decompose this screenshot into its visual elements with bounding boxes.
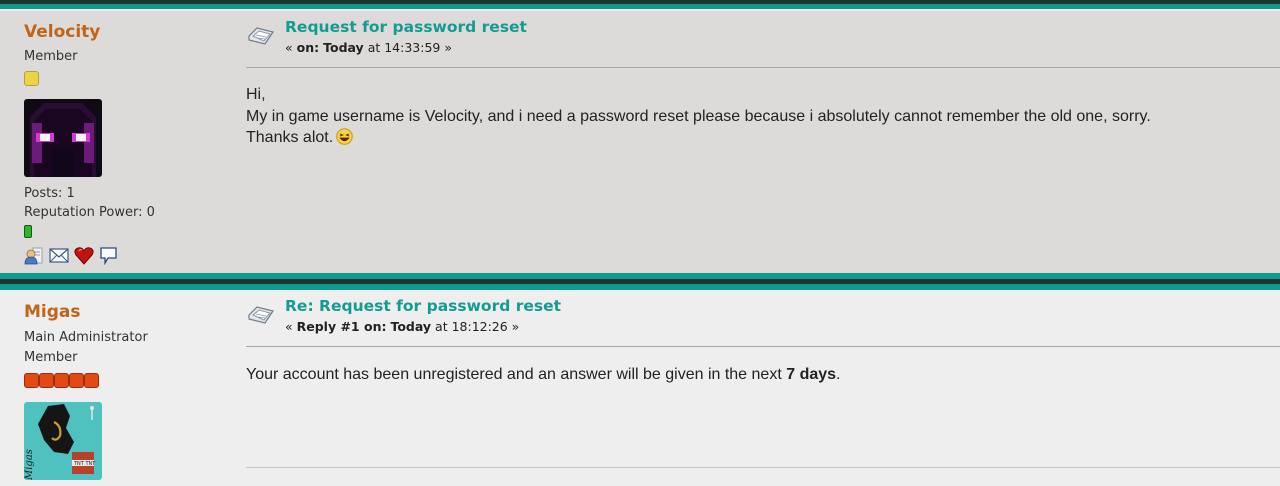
meta-prefix: « (285, 319, 297, 334)
post-subject-link[interactable]: Request for password reset (285, 18, 527, 36)
post-meta: « Reply #1 on: Today at 18:12:26 » (285, 319, 519, 334)
star-icon (54, 373, 69, 388)
meta-reply-label: Reply #1 on: (296, 319, 387, 334)
body-line-text: Thanks alot. (246, 129, 334, 146)
body-line: Hi, (246, 86, 266, 103)
post-xx-icon (246, 304, 276, 326)
post-header: Re: Request for password reset « Reply #… (246, 290, 1280, 347)
meta-time: at 18:12:26 » (431, 319, 520, 334)
poster-info: Migas Main Administrator Member TNT TNT … (24, 290, 234, 480)
profile-icon[interactable] (24, 246, 43, 265)
heart-icon[interactable] (74, 246, 94, 265)
forum-post: Velocity Member Posts: 1 Reputation Powe… (0, 11, 1280, 273)
post-separator-top (0, 0, 1280, 9)
email-icon[interactable] (49, 246, 69, 265)
star-icon (39, 373, 54, 388)
poster-info: Velocity Member Posts: 1 Reputation Powe… (24, 11, 234, 266)
post-separator (0, 273, 1280, 290)
post-count: Posts: 1 (24, 186, 75, 201)
laughing-smiley-icon (336, 128, 353, 145)
post-content: Request for password reset « on: Today a… (246, 11, 1280, 149)
post-body: Your account has been unregistered and a… (246, 364, 1280, 386)
member-group: Main Administrator (24, 330, 148, 345)
rank-stars (24, 373, 234, 393)
post-xx-icon (246, 25, 276, 47)
body-line: Thanks alot. (246, 127, 1280, 149)
body-text: Your account has been unregistered and a… (246, 366, 787, 383)
forum-post: Migas Main Administrator Member TNT TNT … (0, 290, 1280, 486)
speech-bubble-icon[interactable] (99, 246, 118, 266)
member-group-post: Member (24, 350, 78, 365)
avatar[interactable] (24, 99, 102, 177)
reputation-power: Reputation Power: 0 (24, 205, 155, 220)
body-line: My in game username is Velocity, and i n… (246, 107, 1151, 125)
star-icon (84, 373, 99, 388)
meta-day: Today (390, 319, 432, 334)
meta-time: at 14:33:59 » (363, 40, 452, 55)
star-icon (69, 373, 84, 388)
post-subject-link[interactable]: Re: Request for password reset (285, 297, 561, 315)
rank-stars (24, 71, 234, 91)
meta-prefix: « (285, 40, 297, 55)
reputation-bar (24, 225, 32, 238)
username-link[interactable]: Migas (24, 301, 234, 323)
meta-on-label: on: (296, 40, 320, 55)
meta-day: Today (323, 40, 364, 55)
star-icon (24, 373, 39, 388)
body-end: . (836, 366, 841, 383)
avatar[interactable]: TNT TNT Migas (24, 402, 102, 480)
post-header: Request for password reset « on: Today a… (246, 11, 1280, 68)
username-link[interactable]: Velocity (24, 21, 234, 43)
body-bold: 7 days (786, 366, 837, 383)
post-footer-divider (246, 467, 1280, 468)
avatar-signature: Migas (24, 449, 35, 480)
post-meta: « on: Today at 14:33:59 » (285, 40, 452, 55)
svg-text:TNT TNT: TNT TNT (73, 461, 96, 467)
star-icon (24, 71, 39, 86)
post-body: Hi, My in game username is Velocity, and… (246, 84, 1280, 149)
post-content: Re: Request for password reset « Reply #… (246, 290, 1280, 386)
member-group: Member (24, 49, 78, 64)
profile-actions (24, 246, 234, 266)
